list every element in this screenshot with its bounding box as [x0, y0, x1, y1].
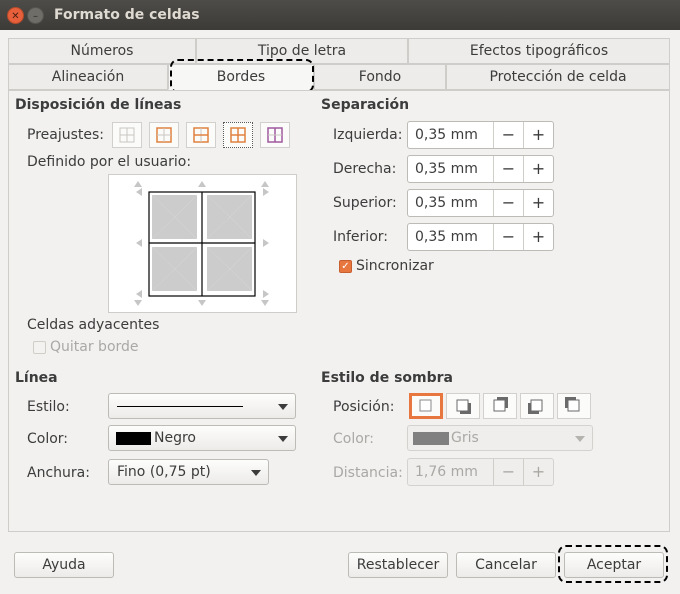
line-color-dropdown[interactable]: Negro	[108, 425, 296, 451]
line-width-value: Fino (0,75 pt)	[117, 464, 211, 480]
shadow-bottom-left-icon	[528, 399, 543, 414]
close-window-button[interactable]: ✕	[7, 7, 24, 24]
tab-fondo[interactable]: Fondo	[314, 64, 446, 90]
padding-top-increase-button[interactable]: +	[523, 190, 553, 216]
padding-right-increase-button[interactable]: +	[523, 156, 553, 182]
padding-right-label: Derecha:	[333, 161, 397, 177]
help-button[interactable]: Ayuda	[14, 552, 114, 578]
preset-outer-horizontal-icon	[193, 127, 209, 143]
shadow-none-button[interactable]	[409, 393, 443, 419]
preset-outer-border-button[interactable]	[149, 122, 179, 148]
preset-outer-border-icon	[156, 127, 172, 143]
preset-none-button[interactable]	[112, 122, 142, 148]
user-defined-border-area[interactable]	[108, 174, 297, 313]
reset-button[interactable]: Restablecer	[348, 552, 448, 578]
line-color-label: Color:	[27, 431, 69, 447]
shadow-distance-spinbox[interactable]: 1,76 mm − +	[407, 458, 554, 486]
padding-bottom-label: Inferior:	[333, 229, 388, 245]
line-style-label: Estilo:	[27, 399, 70, 415]
shadow-none-icon	[419, 399, 432, 412]
padding-left-label: Izquierda:	[333, 127, 403, 143]
preset-none-icon	[119, 127, 135, 143]
shadow-heading: Estilo de sombra	[321, 370, 453, 386]
preset-outer-all-inner-icon	[230, 127, 246, 143]
preset-outer-vertical-button[interactable]	[260, 122, 290, 148]
chevron-down-icon	[251, 470, 261, 476]
chevron-down-icon	[575, 436, 585, 442]
padding-left-spinbox[interactable]: 0,35 mm − +	[407, 121, 554, 149]
chevron-down-icon	[278, 436, 288, 442]
preset-outer-all-inner-button[interactable]	[223, 122, 253, 148]
line-color-swatch	[116, 432, 151, 445]
tab-row-1: Números Tipo de letra Efectos tipográfic…	[8, 38, 670, 64]
shadow-color-swatch	[413, 432, 449, 445]
user-defined-label: Definido por el usuario:	[27, 154, 192, 170]
shadow-distance-decrease-button[interactable]: −	[493, 459, 523, 485]
presets-label: Preajustes:	[27, 127, 105, 143]
chevron-down-icon	[278, 404, 288, 410]
border-preview-canvas	[134, 181, 269, 306]
shadow-distance-increase-button[interactable]: +	[523, 459, 553, 485]
padding-left-value[interactable]: 0,35 mm	[408, 122, 493, 148]
window-title: Formato de celdas	[54, 7, 200, 23]
preset-outer-vertical-icon	[267, 127, 283, 143]
padding-bottom-decrease-button[interactable]: −	[493, 224, 523, 250]
line-style-sample	[117, 406, 243, 407]
shadow-bottom-left-button[interactable]	[520, 393, 554, 419]
padding-right-spinbox[interactable]: 0,35 mm − +	[407, 155, 554, 183]
line-width-label: Anchura:	[27, 465, 90, 481]
title-bar: ✕ – Formato de celdas	[0, 0, 680, 30]
padding-bottom-spinbox[interactable]: 0,35 mm − +	[407, 223, 554, 251]
line-color-value: Negro	[154, 430, 196, 446]
line-arrangement-heading: Disposición de líneas	[15, 97, 182, 113]
padding-right-value[interactable]: 0,35 mm	[408, 156, 493, 182]
ok-focus-ring	[558, 545, 668, 583]
padding-bottom-value[interactable]: 0,35 mm	[408, 224, 493, 250]
remove-border-checkbox[interactable]	[33, 341, 46, 354]
shadow-top-right-button[interactable]	[483, 393, 517, 419]
padding-top-label: Superior:	[333, 195, 397, 211]
synchronize-checkbox[interactable]: ✓	[339, 260, 352, 273]
padding-heading: Separación	[321, 97, 410, 113]
remove-border-label: Quitar borde	[50, 339, 139, 355]
shadow-color-value: Gris	[451, 430, 479, 446]
tab-efectos-tipograficos[interactable]: Efectos tipográficos	[408, 38, 670, 64]
tab-proteccion-de-celda[interactable]: Protección de celda	[446, 64, 670, 90]
tab-row-2: Alineación Bordes Fondo Protección de ce…	[8, 64, 670, 90]
line-width-dropdown[interactable]: Fino (0,75 pt)	[108, 459, 269, 485]
synchronize-label: Sincronizar	[356, 258, 434, 274]
padding-bottom-increase-button[interactable]: +	[523, 224, 553, 250]
padding-right-decrease-button[interactable]: −	[493, 156, 523, 182]
minimize-window-button[interactable]: –	[27, 7, 44, 24]
preset-outer-horizontal-button[interactable]	[186, 122, 216, 148]
adjacent-cells-heading: Celdas adyacentes	[27, 317, 160, 333]
tab-alineacion[interactable]: Alineación	[8, 64, 168, 90]
shadow-bottom-right-button[interactable]	[446, 393, 480, 419]
shadow-top-left-button[interactable]	[557, 393, 591, 419]
padding-top-spinbox[interactable]: 0,35 mm − +	[407, 189, 554, 217]
shadow-bottom-right-icon	[456, 399, 471, 414]
line-style-dropdown[interactable]	[108, 393, 296, 419]
tab-focus-ring	[170, 59, 314, 93]
cancel-button[interactable]: Cancelar	[456, 552, 556, 578]
line-heading: Línea	[15, 370, 58, 386]
shadow-distance-value[interactable]: 1,76 mm	[408, 459, 493, 485]
tab-numeros[interactable]: Números	[8, 38, 196, 64]
shadow-position-label: Posición:	[333, 399, 395, 415]
padding-top-value[interactable]: 0,35 mm	[408, 190, 493, 216]
padding-left-decrease-button[interactable]: −	[493, 122, 523, 148]
shadow-distance-label: Distancia:	[333, 465, 403, 481]
shadow-color-label: Color:	[333, 431, 375, 447]
padding-top-decrease-button[interactable]: −	[493, 190, 523, 216]
shadow-top-left-icon	[565, 397, 580, 412]
shadow-top-right-icon	[493, 397, 508, 412]
shadow-color-dropdown[interactable]: Gris	[407, 425, 593, 451]
padding-left-increase-button[interactable]: +	[523, 122, 553, 148]
